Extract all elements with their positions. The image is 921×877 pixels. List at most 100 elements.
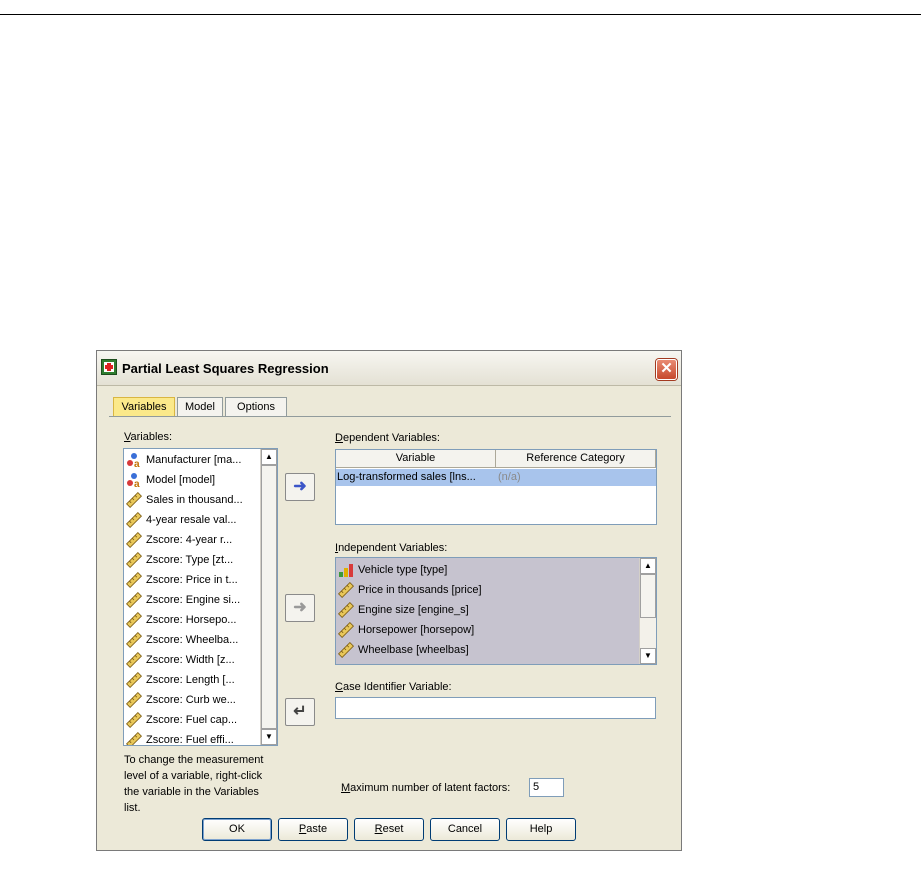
list-item-label: Manufacturer [ma... [146, 454, 242, 466]
tab-options[interactable]: Options [225, 397, 287, 417]
scale-ruler-icon [126, 552, 142, 568]
list-item[interactable]: Vehicle type [type] [338, 560, 447, 580]
table-row[interactable]: Log-transformed sales [lns... (n/a) [336, 469, 656, 486]
nominal-bar-icon [339, 564, 353, 577]
help-button[interactable]: Help [506, 818, 576, 841]
dependent-variables-label: Dependent Variables: [335, 432, 440, 444]
list-item-label: Sales in thousand... [146, 494, 243, 506]
variables-scrollbar[interactable]: ▲ ▼ [260, 449, 277, 745]
list-item[interactable]: Zscore: Width [z... [126, 650, 235, 670]
max-latent-factors-input[interactable]: 5 [529, 778, 564, 797]
ok-button[interactable]: OK [202, 818, 272, 841]
scale-ruler-icon [126, 672, 142, 688]
arrow-right-icon: ➜ [293, 478, 307, 495]
list-item[interactable]: Zscore: Length [... [126, 670, 235, 690]
list-item[interactable]: a Manufacturer [ma... [126, 450, 241, 470]
scroll-up-button[interactable]: ▲ [640, 558, 656, 574]
scroll-down-button[interactable]: ▼ [261, 729, 277, 745]
arrow-return-icon: ↵ [293, 703, 307, 720]
case-identifier-label: Case Identifier Variable: [335, 681, 452, 693]
tab-variables[interactable]: Variables [113, 397, 175, 417]
case-identifier-field[interactable] [335, 697, 656, 719]
scale-ruler-icon [126, 572, 142, 588]
scale-ruler-icon [126, 652, 142, 668]
max-latent-factors-label: Maximum number of latent factors: [341, 782, 511, 794]
list-item[interactable]: Zscore: Curb we... [126, 690, 236, 710]
list-item-label: Zscore: Price in t... [146, 574, 238, 586]
column-header-variable[interactable]: Variable [336, 450, 496, 468]
variables-listbox[interactable]: a Manufacturer [ma... a Model [model] Sales … [123, 448, 278, 746]
list-item[interactable]: 4-year resale val... [126, 510, 236, 530]
scale-ruler-icon [126, 612, 142, 628]
scroll-down-button[interactable]: ▼ [640, 648, 656, 664]
list-item[interactable]: Engine size [engine_s] [338, 600, 469, 620]
list-item[interactable]: Zscore: Price in t... [126, 570, 238, 590]
list-item[interactable]: Zscore: Type [zt... [126, 550, 233, 570]
tab-divider [109, 416, 671, 417]
list-item-label: Zscore: Fuel effi... [146, 734, 234, 746]
list-item[interactable]: Zscore: Wheelba... [126, 630, 238, 650]
list-item-label: Zscore: Fuel cap... [146, 714, 238, 726]
list-item-label: Model [model] [146, 474, 216, 486]
list-item-label: Zscore: Width [z... [146, 654, 235, 666]
measurement-level-hint: To change the measurement level of a var… [124, 754, 264, 814]
scroll-thumb[interactable] [640, 574, 656, 618]
move-to-independent-button[interactable]: ➜ [285, 594, 315, 622]
reference-category-cell[interactable]: (n/a) [498, 469, 654, 486]
scroll-thumb[interactable] [261, 465, 277, 729]
list-item-label: Zscore: Wheelba... [146, 634, 239, 646]
arrow-right-icon: ➜ [293, 599, 307, 616]
list-item-label: Wheelbase [wheelbas] [358, 644, 469, 656]
paste-button[interactable]: Paste [278, 818, 348, 841]
move-to-dependent-button[interactable]: ➜ [285, 473, 315, 501]
list-item-label: Engine size [engine_s] [358, 604, 469, 616]
independent-variables-listbox[interactable]: Vehicle type [type] Price in thousands [p… [335, 557, 657, 665]
close-icon: ✕ [660, 360, 673, 377]
scale-ruler-icon [338, 642, 354, 658]
list-item[interactable]: Zscore: Horsepo... [126, 610, 236, 630]
list-item-label: 4-year resale val... [146, 514, 237, 526]
move-to-case-id-button[interactable]: ↵ [285, 698, 315, 726]
dependent-variable-cell: Log-transformed sales [lns... [337, 471, 476, 483]
list-item-label: Zscore: Curb we... [146, 694, 236, 706]
list-item-label: Zscore: Length [... [146, 674, 235, 686]
list-item[interactable]: Price in thousands [price] [338, 580, 482, 600]
scale-ruler-icon [126, 712, 142, 728]
list-item[interactable]: Zscore: 4-year r... [126, 530, 232, 550]
dependent-variables-table[interactable]: Variable Reference Category Log-transfor… [335, 449, 657, 525]
list-item[interactable]: a Model [model] [126, 470, 215, 490]
list-item-label: Zscore: Type [zt... [146, 554, 234, 566]
close-button[interactable]: ✕ [656, 359, 677, 380]
svg-text:a: a [134, 459, 140, 468]
list-item-label: Price in thousands [price] [358, 584, 482, 596]
list-item-label: Vehicle type [type] [358, 564, 448, 576]
independent-scrollbar[interactable]: ▲ ▼ [639, 558, 656, 664]
list-item[interactable]: Zscore: Fuel effi... [126, 730, 234, 746]
nominal-string-icon: a [127, 473, 140, 488]
scale-ruler-icon [126, 732, 142, 745]
list-item[interactable]: Wheelbase [wheelbas] [338, 640, 469, 660]
app-icon [101, 359, 117, 375]
independent-variables-label: Independent Variables: [335, 542, 448, 554]
tab-model[interactable]: Model [177, 397, 223, 417]
cancel-button[interactable]: Cancel [430, 818, 500, 841]
scale-ruler-icon [126, 492, 142, 508]
list-item-label: Zscore: Engine si... [146, 594, 241, 606]
scale-ruler-icon [126, 632, 142, 648]
scale-ruler-icon [126, 592, 142, 608]
list-item[interactable]: Horsepower [horsepow] [338, 620, 474, 640]
variables-label: Variables: [124, 431, 173, 443]
page-top-rule [0, 14, 921, 15]
pls-regression-dialog: Partial Least Squares Regression ✕ Varia… [96, 350, 682, 851]
column-header-reference[interactable]: Reference Category [496, 450, 656, 468]
scroll-up-button[interactable]: ▲ [261, 449, 277, 465]
list-item[interactable]: Zscore: Engine si... [126, 590, 240, 610]
nominal-string-icon: a [127, 453, 140, 468]
list-item[interactable]: Sales in thousand... [126, 490, 243, 510]
list-item[interactable]: Zscore: Fuel cap... [126, 710, 237, 730]
scale-ruler-icon [126, 512, 142, 528]
scale-ruler-icon [338, 602, 354, 618]
title-bar[interactable]: Partial Least Squares Regression ✕ [97, 351, 681, 386]
list-item-label: Zscore: Horsepo... [146, 614, 237, 626]
reset-button[interactable]: Reset [354, 818, 424, 841]
